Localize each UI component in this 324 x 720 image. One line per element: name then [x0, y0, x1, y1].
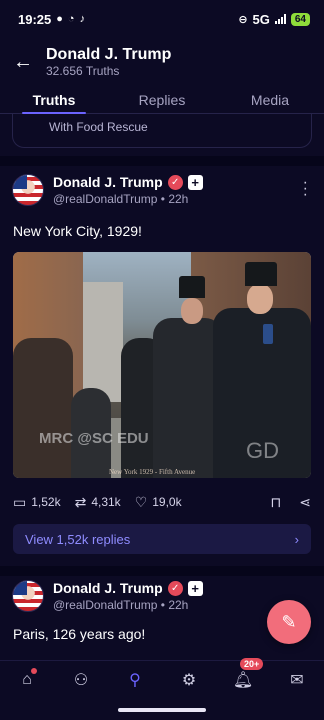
tab-replies[interactable]: Replies: [108, 88, 216, 113]
previous-post-card[interactable]: With Food Rescue: [12, 114, 312, 148]
status-time: 19:25: [18, 11, 52, 27]
image-watermark-right: GD: [246, 438, 279, 463]
compose-icon: ✎: [281, 611, 297, 632]
post-image[interactable]: MRC @SC EDU GD New York 1929 - Fifth Ave…: [13, 252, 311, 478]
heart-icon: ♡: [134, 493, 148, 510]
retruth-button[interactable]: ⇄ 4,31k: [75, 494, 121, 511]
notifications-badge: 20+: [240, 657, 264, 670]
author-name[interactable]: Donald J. Trump: [53, 174, 163, 190]
like-count: 19,0k: [152, 495, 182, 509]
more-options-icon[interactable]: · · ·: [303, 175, 308, 203]
follow-plus-icon[interactable]: +: [187, 174, 203, 190]
nav-notifications-icon[interactable]: 🔔︎ 20+: [228, 657, 264, 690]
image-watermark-left: MRC @SC EDU: [39, 430, 149, 447]
post-card[interactable]: Donald J. Trump ✓ + @realDonaldTrump • 2…: [0, 170, 324, 239]
avatar[interactable]: [12, 580, 44, 612]
profile-header: ← Donald J. Trump 32.656 Truths: [0, 40, 324, 84]
author-handle: @realDonaldTrump • 22h: [53, 598, 189, 612]
view-replies-button[interactable]: View 1,52k replies ›: [13, 524, 311, 554]
view-replies-label: View 1,52k replies: [25, 531, 131, 547]
nav-home-icon[interactable]: ⌂: [12, 667, 42, 689]
avatar[interactable]: [12, 174, 44, 206]
author-name[interactable]: Donald J. Trump: [53, 580, 163, 596]
like-button[interactable]: ♡ 19,0k: [135, 494, 182, 511]
image-caption: New York 1929 - Fifth Avenue: [109, 468, 196, 476]
home-indicator: [118, 708, 206, 712]
previous-post-text: With Food Rescue: [49, 120, 148, 134]
divider: [0, 566, 324, 576]
nav-messages-icon[interactable]: ✉: [282, 670, 312, 690]
divider: [0, 156, 324, 166]
post-text: New York City, 1929!: [13, 223, 142, 239]
share-icon[interactable]: ⋖: [299, 494, 311, 511]
retruth-count: 4,31k: [91, 495, 121, 509]
compose-button[interactable]: ✎: [267, 600, 311, 644]
tiktok-icon: ♪: [79, 13, 86, 25]
chevron-right-icon: ›: [294, 531, 299, 547]
verified-icon: ✓: [167, 580, 183, 596]
bottom-navigation: ⌂ ⚇ ⚲ ⚙ 🔔︎ 20+ ✉: [0, 657, 324, 698]
signal-icon: [274, 14, 286, 24]
dnd-icon: ⊖: [238, 13, 248, 26]
reply-button[interactable]: ▭ 1,52k: [13, 494, 61, 511]
verified-icon: ✓: [167, 174, 183, 190]
retruth-icon: ⇄: [74, 493, 87, 510]
battery-level: 64: [290, 12, 310, 26]
follow-plus-icon[interactable]: +: [187, 580, 203, 596]
home-dot: [31, 667, 37, 674]
tab-truths[interactable]: Truths: [0, 88, 108, 114]
author-handle: @realDonaldTrump • 22h: [53, 192, 189, 206]
nav-search-icon[interactable]: ⚲: [120, 670, 150, 690]
network-label: 5G: [252, 11, 270, 27]
nav-people-icon[interactable]: ⚇: [66, 670, 96, 690]
status-bar: 19:25 ● ◔ ♪ ⊖ 5G 64: [0, 0, 324, 38]
back-arrow-icon[interactable]: ←: [0, 51, 46, 74]
comment-icon: ▭: [13, 493, 27, 510]
bookmark-icon[interactable]: ⊓: [270, 494, 281, 511]
sync-icon: ◔: [67, 13, 75, 25]
tab-bar: Truths Replies Media: [0, 88, 324, 114]
nav-ai-icon[interactable]: ⚙: [174, 670, 204, 690]
truth-count: 32.656 Truths: [46, 64, 120, 78]
chat-icon: ●: [56, 13, 63, 25]
post-actions: ▭ 1,52k ⇄ 4,31k ♡ 19,0k ⊓ ⋖: [13, 490, 311, 514]
page-title: Donald J. Trump: [46, 46, 172, 63]
reply-count: 1,52k: [31, 495, 61, 509]
tab-media[interactable]: Media: [216, 88, 324, 113]
post-header: Donald J. Trump ✓ + @realDonaldTrump • 2…: [0, 170, 324, 210]
